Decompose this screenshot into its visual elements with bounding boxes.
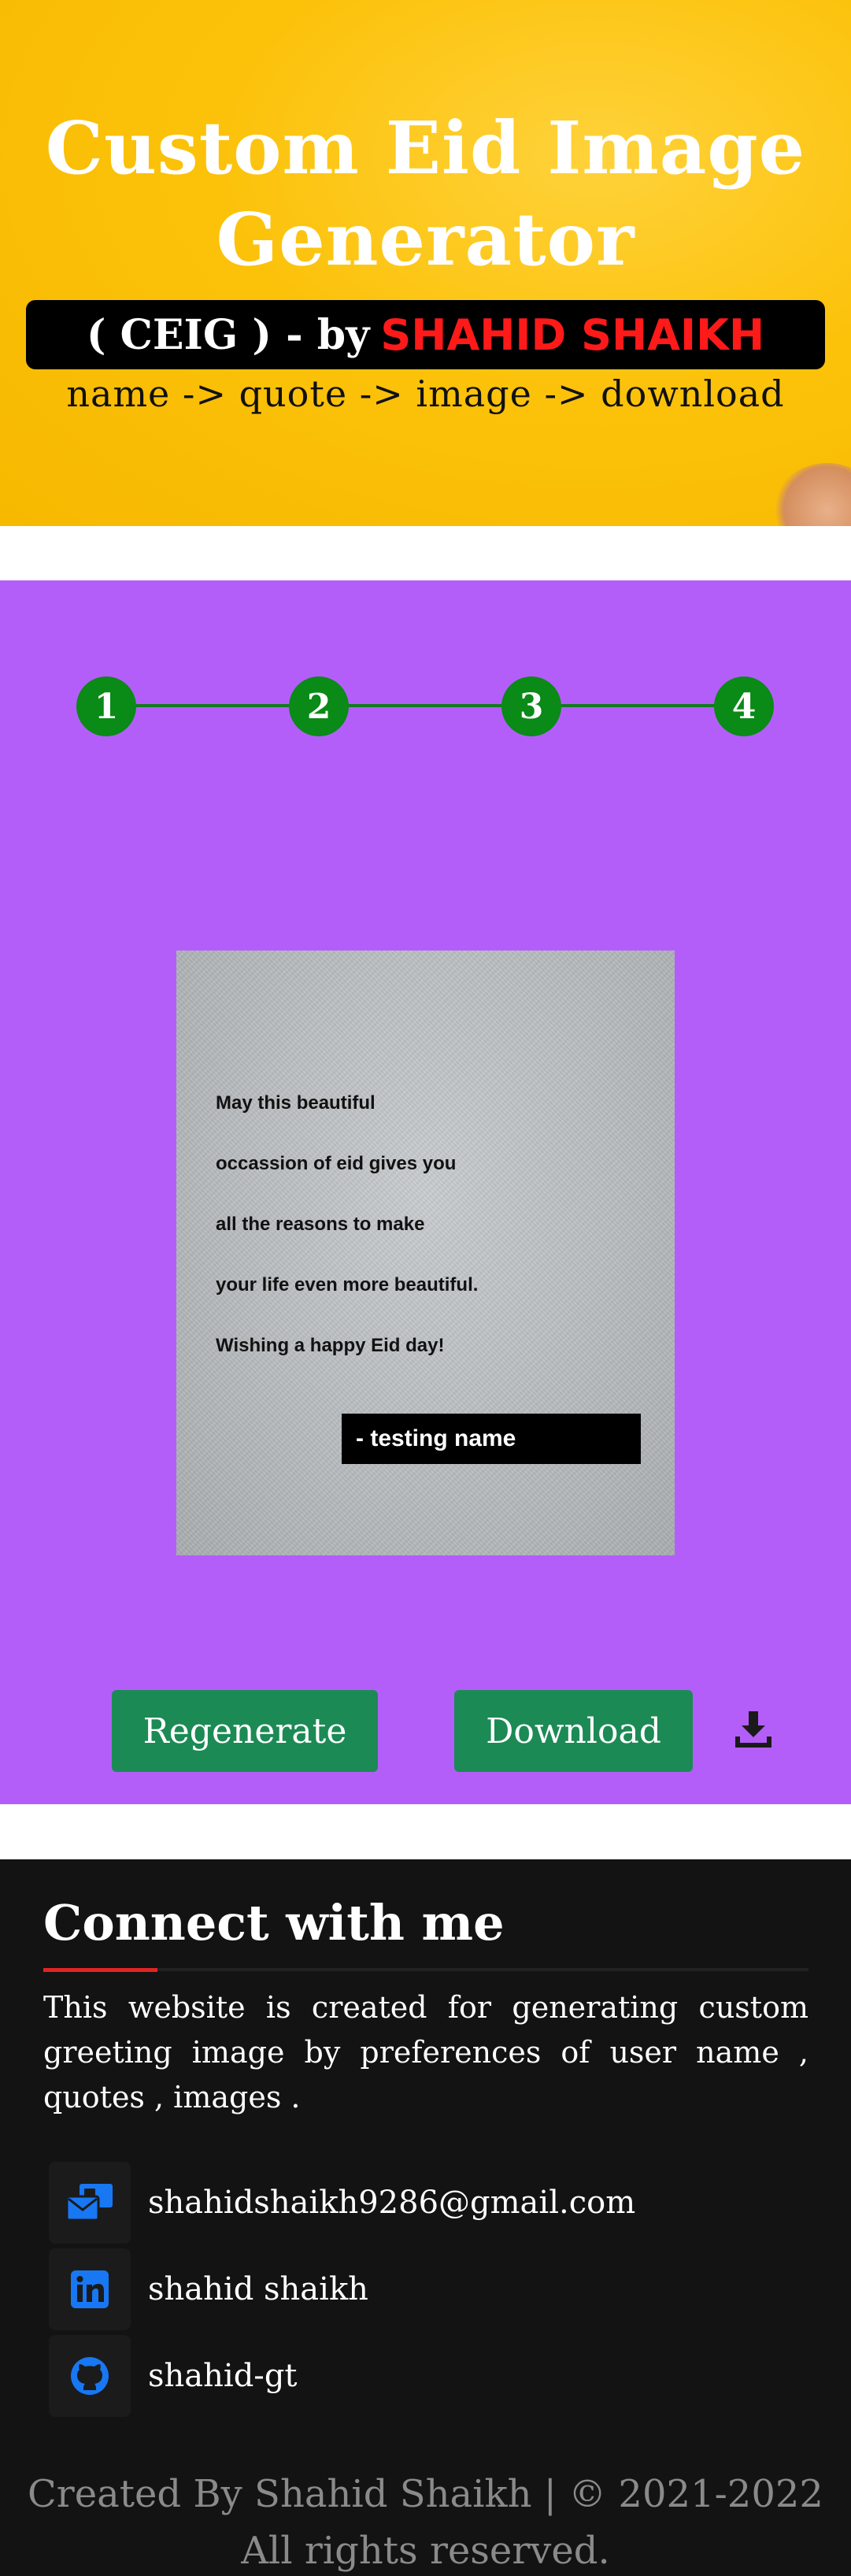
- title-line-1: Custom Eid Image: [45, 106, 806, 191]
- quote-line: May this beautiful: [216, 1092, 376, 1114]
- progress-stepper: 1 2 3 4: [0, 580, 851, 738]
- step-4[interactable]: 4: [714, 676, 774, 736]
- contact-github-label: shahid-gt: [148, 2358, 298, 2394]
- copyright-line-2: All rights reserved.: [241, 2529, 610, 2573]
- linkedin-icon: [49, 2248, 131, 2330]
- page-title: Custom Eid Image Generator: [0, 102, 851, 285]
- card-texture: [176, 951, 675, 1555]
- copyright: Created By Shahid Shaikh | © 2021-2022 A…: [0, 2466, 851, 2576]
- generator-section: 1 2 3 4 May this beautiful occassion of …: [0, 580, 851, 1804]
- stepper-line: [106, 704, 744, 707]
- footer-divider: [43, 1968, 808, 1971]
- author-banner: ( CEIG ) - by SHAHID SHAIKH: [26, 300, 825, 369]
- github-icon: [49, 2335, 131, 2417]
- step-2[interactable]: 2: [289, 676, 349, 736]
- contact-linkedin-label: shahid shaikh: [148, 2271, 368, 2307]
- footer: Connect with me This website is created …: [0, 1859, 851, 2576]
- email-icon: [49, 2162, 131, 2244]
- download-tray-icon[interactable]: [734, 1710, 773, 1749]
- banner-author: SHAHID SHAIKH: [380, 309, 765, 360]
- workflow-steps-text: name -> quote -> image -> download: [66, 373, 785, 415]
- download-button[interactable]: Download: [454, 1690, 693, 1772]
- footer-description: This website is created for generating c…: [43, 1990, 808, 2115]
- footer-divider-accent: [43, 1968, 157, 1972]
- copyright-line-1: Created By Shahid Shaikh | © 2021-2022: [28, 2472, 823, 2516]
- quote-line: Wishing a happy Eid day!: [216, 1335, 445, 1356]
- decorative-corner-image: [772, 463, 851, 526]
- contact-linkedin[interactable]: shahid shaikh: [49, 2248, 368, 2330]
- generated-greeting-image: May this beautiful occassion of eid give…: [176, 951, 675, 1555]
- title-line-2: Generator: [216, 197, 635, 282]
- quote-line: your life even more beautiful.: [216, 1274, 479, 1295]
- banner-prefix: ( CEIG ) - by: [86, 310, 370, 359]
- contact-email-label: shahidshaikh9286@gmail.com: [148, 2185, 636, 2221]
- name-signature: - testing name: [342, 1414, 641, 1464]
- quote-line: occassion of eid gives you: [216, 1153, 457, 1174]
- contact-email[interactable]: shahidshaikh9286@gmail.com: [49, 2162, 635, 2244]
- quote-line: all the reasons to make: [216, 1214, 425, 1235]
- footer-title: Connect with me: [43, 1894, 505, 1951]
- regenerate-button[interactable]: Regenerate: [112, 1690, 378, 1772]
- step-1[interactable]: 1: [76, 676, 136, 736]
- contact-github[interactable]: shahid-gt: [49, 2335, 298, 2417]
- hero-banner: Custom Eid Image Generator ( CEIG ) - by…: [0, 0, 851, 526]
- step-3[interactable]: 3: [501, 676, 561, 736]
